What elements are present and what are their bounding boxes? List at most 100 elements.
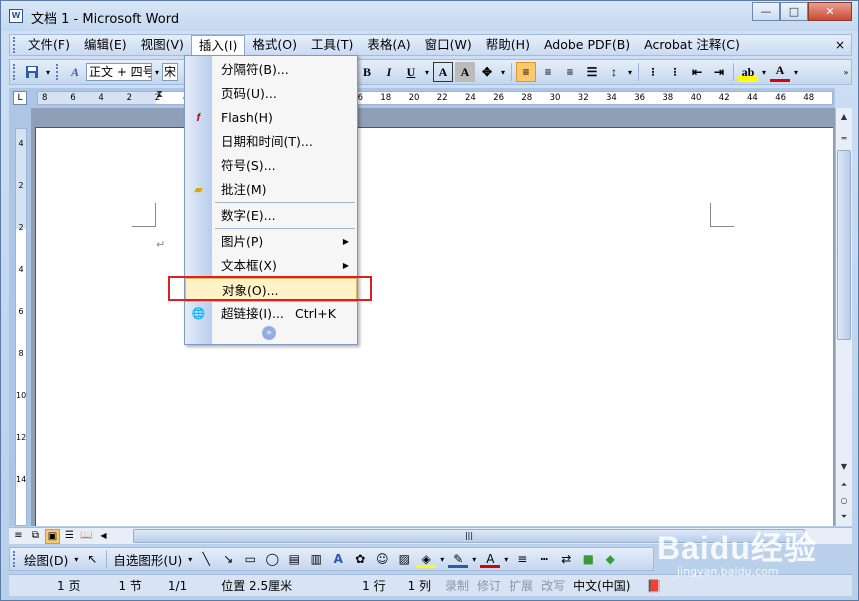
line-spacing-dropdown-icon[interactable]: ▾	[625, 68, 635, 77]
vertical-ruler[interactable]: 4 2 2 4 6 8 10 12 14	[15, 128, 27, 526]
draw-font-color-dropdown-icon[interactable]: ▾	[501, 555, 511, 564]
fill-color-dropdown-icon[interactable]: ▾	[437, 555, 447, 564]
tab-selector[interactable]: L	[13, 91, 27, 105]
wordart-icon[interactable]: A	[328, 550, 348, 568]
insert-picture-icon[interactable]: ▨	[394, 550, 414, 568]
save-icon[interactable]	[22, 62, 42, 82]
decrease-indent-icon[interactable]: ⇤	[687, 62, 707, 82]
menu-file[interactable]: 文件(F)	[21, 35, 77, 55]
menu-insert[interactable]: 插入(I)	[190, 35, 246, 56]
autoshapes-button[interactable]: 自选图形(U)	[110, 550, 185, 569]
draw-menu-button[interactable]: 绘图(D)	[21, 550, 71, 569]
menu-window[interactable]: 窗口(W)	[418, 35, 479, 55]
minimize-button[interactable]: —	[752, 2, 780, 21]
normal-view-icon[interactable]: ≡	[11, 529, 26, 544]
menu-format[interactable]: 格式(O)	[245, 35, 304, 55]
justify-icon[interactable]: ☰	[582, 62, 602, 82]
menu-item-hyperlink[interactable]: 🌐 超链接(I)... Ctrl+K	[185, 302, 357, 326]
numbering-icon[interactable]: ⁝	[643, 62, 663, 82]
draw-dropdown-icon[interactable]: ▾	[71, 555, 81, 564]
italic-button[interactable]: I	[379, 62, 399, 82]
scroll-left-icon[interactable]: ◀	[96, 529, 111, 544]
rectangle-icon[interactable]: ▭	[240, 550, 260, 568]
font-color-icon[interactable]: A	[770, 62, 790, 82]
line-icon[interactable]: ╲	[196, 550, 216, 568]
outline-view-icon[interactable]: ☰	[62, 529, 77, 544]
menu-table[interactable]: 表格(A)	[360, 35, 417, 55]
char-shading-button[interactable]: A	[455, 62, 475, 82]
font-select[interactable]: 宋	[162, 63, 178, 81]
bullets-icon[interactable]: ⁝	[665, 62, 685, 82]
vertical-textbox-icon[interactable]: ▥	[306, 550, 326, 568]
line-color-dropdown-icon[interactable]: ▾	[469, 555, 479, 564]
highlight-dropdown-icon[interactable]: ▾	[759, 68, 769, 77]
align-right-icon[interactable]: ≡	[560, 62, 580, 82]
char-border-button[interactable]: A	[433, 62, 453, 82]
close-document-button[interactable]: ×	[835, 38, 845, 52]
web-view-icon[interactable]: ⧉	[28, 529, 43, 544]
menu-item-comment[interactable]: ▰ 批注(M)	[185, 178, 357, 202]
dash-style-icon[interactable]: ┅	[534, 550, 554, 568]
shadow-icon[interactable]: ■	[578, 550, 598, 568]
menu-item-break[interactable]: 分隔符(B)...	[185, 58, 357, 82]
horizontal-ruler[interactable]: ⧗ 86422468101214161820222426283032343638…	[37, 89, 833, 105]
font-color-dropdown-icon[interactable]: ▾	[791, 68, 801, 77]
bold-button[interactable]: B	[357, 62, 377, 82]
underline-button[interactable]: U	[401, 62, 421, 82]
drawbar-grip-handle[interactable]	[13, 551, 17, 567]
increase-indent-icon[interactable]: ⇥	[709, 62, 729, 82]
menu-edit[interactable]: 编辑(E)	[77, 35, 134, 55]
select-objects-icon[interactable]: ↖	[82, 550, 102, 568]
menu-item-flash[interactable]: 𝒇 Flash(H)	[185, 106, 357, 130]
status-record[interactable]: 录制	[445, 577, 469, 594]
print-layout-icon[interactable]: ▣	[45, 528, 60, 544]
menubar-grip-handle[interactable]	[13, 37, 17, 53]
reading-view-icon[interactable]: 📖	[79, 529, 94, 544]
toolbar-grip-handle[interactable]	[13, 64, 17, 80]
align-center-icon[interactable]: ≡	[538, 62, 558, 82]
arrow-icon[interactable]: ↘	[218, 550, 238, 568]
document-page[interactable]: ↵	[35, 127, 833, 526]
menu-item-date-time[interactable]: 日期和时间(T)...	[185, 130, 357, 154]
menu-item-picture[interactable]: 图片(P) ▶	[185, 230, 357, 254]
highlight-icon[interactable]: ab	[738, 62, 758, 82]
toolbar-overflow-icon[interactable]: »	[841, 68, 851, 77]
chevron-down-icon[interactable]: ▾	[152, 68, 162, 77]
menu-item-page-numbers[interactable]: 页码(U)...	[185, 82, 357, 106]
expand-menu-icon[interactable]: »	[262, 326, 276, 340]
clipart-icon[interactable]: ☺	[372, 550, 392, 568]
menu-view[interactable]: 视图(V)	[134, 35, 191, 55]
underline-dropdown-icon[interactable]: ▾	[422, 68, 432, 77]
scale-icon[interactable]: ✥	[477, 62, 497, 82]
line-spacing-icon[interactable]: ↕	[604, 62, 624, 82]
menu-acrobat-comments[interactable]: Acrobat 注释(C)	[637, 35, 747, 55]
menu-item-number[interactable]: 数字(E)...	[185, 204, 357, 228]
fill-color-icon[interactable]: ◈	[416, 550, 437, 568]
toolbar-grip-handle-2[interactable]	[56, 64, 60, 80]
status-track-changes[interactable]: 修订	[477, 577, 501, 594]
line-style-icon[interactable]: ≡	[512, 550, 532, 568]
draw-font-color-icon[interactable]: A	[480, 550, 501, 568]
menu-help[interactable]: 帮助(H)	[479, 35, 537, 55]
3d-icon[interactable]: ◆	[600, 550, 620, 568]
scale-dropdown-icon[interactable]: ▾	[498, 68, 508, 77]
maximize-button[interactable]: □	[780, 2, 808, 21]
scroll-up-icon[interactable]: ▲	[837, 110, 851, 124]
vertical-scroll-thumb[interactable]	[837, 150, 851, 340]
oval-icon[interactable]: ◯	[262, 550, 282, 568]
menu-tools[interactable]: 工具(T)	[304, 35, 360, 55]
previous-page-icon[interactable]: ⏶	[837, 478, 851, 492]
status-overtype[interactable]: 改写	[541, 577, 565, 594]
scroll-down-icon[interactable]: ▼	[837, 460, 851, 474]
split-handle-icon[interactable]: ═	[837, 132, 851, 146]
status-extend[interactable]: 扩展	[509, 577, 533, 594]
line-color-icon[interactable]: ✎	[448, 550, 469, 568]
vertical-scrollbar[interactable]: ▲ ═ ▼ ⏶ ○ ⏷	[835, 108, 852, 526]
menu-adobe-pdf[interactable]: Adobe PDF(B)	[537, 35, 637, 55]
menu-item-textbox[interactable]: 文本框(X) ▶	[185, 254, 357, 278]
toolbar-options-icon[interactable]: ▾	[43, 68, 53, 77]
close-button[interactable]: ✕	[808, 2, 852, 21]
arrow-style-icon[interactable]: ⇄	[556, 550, 576, 568]
align-left-icon[interactable]: ≡	[516, 62, 536, 82]
autoshapes-dropdown-icon[interactable]: ▾	[185, 555, 195, 564]
